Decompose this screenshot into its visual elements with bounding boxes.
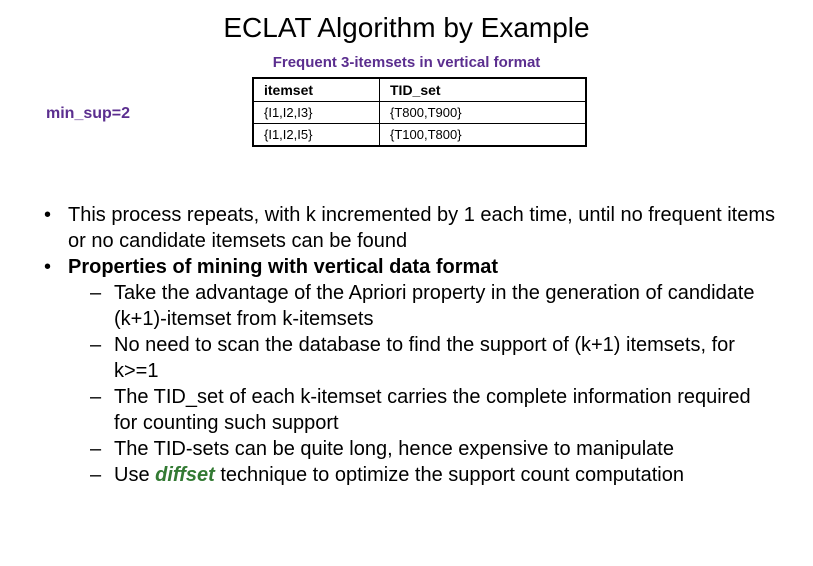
- dash-item: Take the advantage of the Apriori proper…: [90, 280, 777, 332]
- dash-text-post: technique to optimize the support count …: [215, 464, 684, 486]
- slide-subtitle: Frequent 3-itemsets in vertical format: [36, 54, 777, 71]
- dash-item: The TID-sets can be quite long, hence ex…: [90, 436, 777, 462]
- cell-itemset: {I1,I2,I3}: [253, 102, 380, 124]
- col-header-itemset: itemset: [253, 78, 380, 102]
- col-header-tidset: TID_set: [380, 78, 587, 102]
- slide-content: This process repeats, with k incremented…: [36, 202, 777, 488]
- bullet-item: Properties of mining with vertical data …: [44, 254, 777, 488]
- diffset-keyword: diffset: [155, 464, 215, 486]
- dash-item: No need to scan the database to find the…: [90, 332, 777, 384]
- dash-item: Use diffset technique to optimize the su…: [90, 462, 777, 488]
- bullet-item: This process repeats, with k incremented…: [44, 202, 777, 254]
- dash-text-pre: Use: [114, 464, 155, 486]
- slide-title: ECLAT Algorithm by Example: [36, 12, 777, 44]
- table-header-row: itemset TID_set: [253, 78, 586, 102]
- cell-itemset: {I1,I2,I5}: [253, 124, 380, 147]
- table-row: {I1,I2,I5} {T100,T800}: [253, 124, 586, 147]
- itemset-table: itemset TID_set {I1,I2,I3} {T800,T900} {…: [252, 77, 587, 147]
- min-sup-label: min_sup=2: [36, 77, 176, 123]
- table-row: {I1,I2,I3} {T800,T900}: [253, 102, 586, 124]
- dash-item: The TID_set of each k-itemset carries th…: [90, 384, 777, 436]
- cell-tidset: {T800,T900}: [380, 102, 587, 124]
- bullet-bold-text: Properties of mining with vertical data …: [68, 256, 498, 278]
- cell-tidset: {T100,T800}: [380, 124, 587, 147]
